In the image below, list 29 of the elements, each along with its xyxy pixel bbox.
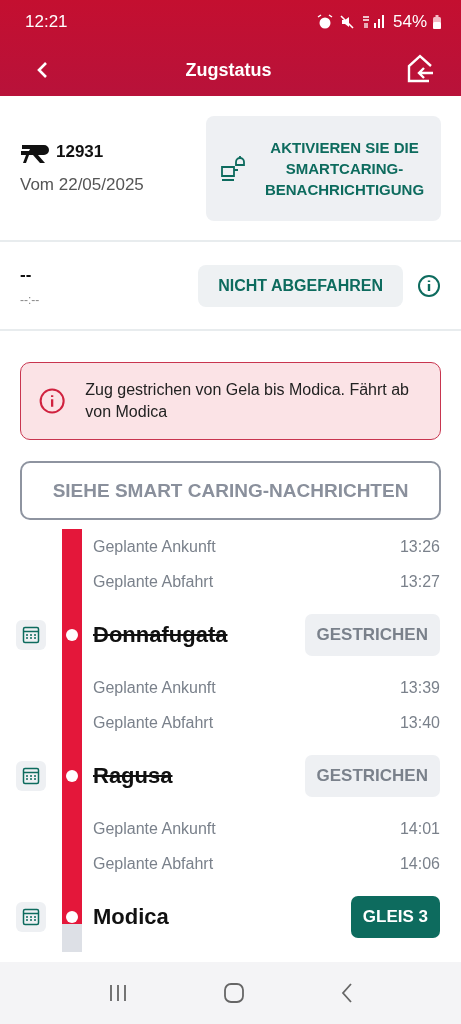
- stop-name: Ragusa: [93, 762, 173, 789]
- time-label: Geplante Ankunft: [93, 678, 216, 697]
- clock-time: 12:21: [25, 12, 68, 32]
- time-label: Geplante Abfahrt: [93, 572, 214, 591]
- train-number: 12931: [56, 142, 104, 162]
- time-value: 13:40: [399, 713, 440, 732]
- status-badge: GESTRICHEN: [304, 754, 440, 797]
- stop-name: Donnafugata: [93, 621, 228, 648]
- time-value: 13:27: [399, 572, 440, 591]
- battery-level: 54%: [392, 12, 427, 32]
- station-name: --: [20, 264, 33, 285]
- time-label: Geplante Abfahrt: [93, 854, 214, 873]
- time-label: Geplante Ankunft: [93, 819, 216, 838]
- time-value: 14:06: [399, 854, 440, 873]
- time-label: Geplante Ankunft: [93, 537, 216, 556]
- page-title: Zugstatus: [185, 59, 272, 81]
- departure-time: --:--: [20, 292, 40, 307]
- stop-name: Modica: [93, 903, 169, 930]
- status-badge: GESTRICHEN: [304, 613, 440, 656]
- departure-status[interactable]: NICHT ABGEFAHREN: [198, 264, 403, 307]
- alert-message: Zug gestrichen von Gela bis Modica. Fährt ab von Modica: [85, 380, 410, 422]
- time-value: 13:39: [399, 678, 440, 697]
- time-label: Geplante Abfahrt: [93, 713, 214, 732]
- train-date: Vom 22/05/2025: [20, 175, 144, 195]
- time-value: 14:01: [399, 819, 440, 838]
- messages-button[interactable]: SIEHE SMART CARING-NACHRICHTEN: [20, 461, 441, 520]
- time-value: 13:26: [399, 537, 440, 556]
- platform-badge: GLEIS 3: [350, 895, 440, 938]
- notification-button[interactable]: AKTIVIEREN SIE DIE SMARTCARING-BENACHRICHTIGUNG: [206, 115, 441, 221]
